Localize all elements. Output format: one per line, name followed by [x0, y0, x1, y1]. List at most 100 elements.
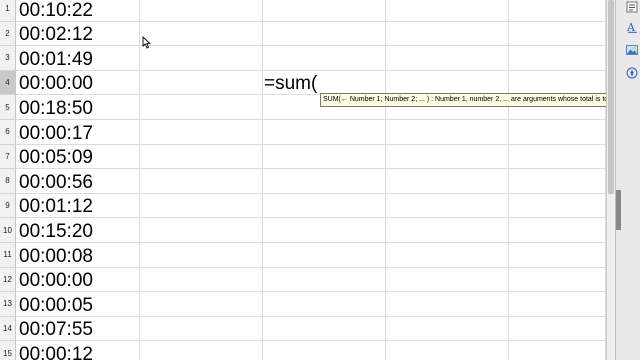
cell[interactable]: 00:05:09: [16, 144, 140, 169]
cell[interactable]: [140, 316, 263, 341]
cell[interactable]: [263, 169, 386, 193]
cell[interactable]: [386, 70, 509, 95]
cell[interactable]: 00:00:05: [16, 292, 140, 316]
cell[interactable]: [140, 292, 263, 316]
cell[interactable]: [140, 0, 263, 21]
cell[interactable]: 00:02:12: [16, 21, 140, 46]
cell[interactable]: [386, 21, 509, 46]
cell[interactable]: [263, 21, 386, 46]
cell[interactable]: [263, 218, 386, 242]
cell[interactable]: [386, 193, 509, 218]
cell[interactable]: [140, 144, 263, 169]
cell[interactable]: 00:15:20: [16, 218, 140, 242]
cell[interactable]: 00:01:49: [16, 46, 140, 70]
gallery-icon[interactable]: [625, 43, 639, 57]
cell[interactable]: [509, 218, 606, 242]
row-header[interactable]: 13: [0, 292, 16, 317]
cell[interactable]: [140, 218, 263, 242]
cell[interactable]: 00:18:50: [16, 95, 140, 119]
row-header[interactable]: 1: [0, 0, 16, 22]
cell[interactable]: [386, 119, 509, 144]
cell[interactable]: [386, 169, 509, 193]
cell[interactable]: [140, 267, 263, 292]
formula-input-text[interactable]: =sum(: [264, 74, 317, 93]
row-header[interactable]: 14: [0, 316, 16, 342]
cell[interactable]: [386, 267, 509, 292]
cell[interactable]: 00:10:22: [16, 0, 140, 21]
cell[interactable]: [509, 316, 606, 341]
scrollbar-thumb[interactable]: [608, 0, 614, 194]
cell[interactable]: 00:00:08: [16, 242, 140, 267]
cell[interactable]: [263, 193, 386, 218]
cell[interactable]: [263, 242, 386, 267]
cell[interactable]: [263, 119, 386, 144]
cell[interactable]: [509, 46, 606, 70]
cell[interactable]: [263, 341, 386, 360]
cell[interactable]: [509, 21, 606, 46]
cell-value: 00:00:12: [19, 343, 93, 360]
row-header[interactable]: 9: [0, 193, 16, 219]
navigator-icon[interactable]: [625, 66, 639, 80]
cell[interactable]: [509, 119, 606, 144]
cell[interactable]: 00:00:00: [16, 267, 140, 292]
cell[interactable]: [386, 242, 509, 267]
cell[interactable]: [263, 144, 386, 169]
cell[interactable]: [386, 341, 509, 360]
cell-grid[interactable]: 00:10:22 00:02:12 00:01:49 00:00:00 =sum(00:…: [16, 0, 606, 360]
cell[interactable]: 00:01:12: [16, 193, 140, 218]
cell[interactable]: [263, 0, 386, 21]
cell[interactable]: [509, 292, 606, 316]
row-header[interactable]: 7: [0, 144, 16, 170]
row-header[interactable]: 12: [0, 267, 16, 293]
cell[interactable]: 00:00:17: [16, 119, 140, 144]
cell[interactable]: [509, 70, 606, 95]
sidebar-collapse-handle[interactable]: [616, 190, 621, 230]
styles-icon[interactable]: A: [625, 20, 639, 34]
spreadsheet-area[interactable]: 1 2 3 4 5 6 7 8 9 10 11 12 13 14 15 00:10:22 00:02:12 00…: [0, 0, 606, 360]
cell[interactable]: [140, 242, 263, 267]
cell[interactable]: [386, 144, 509, 169]
cell[interactable]: [386, 292, 509, 316]
cell[interactable]: [509, 193, 606, 218]
cell[interactable]: [509, 169, 606, 193]
cell[interactable]: [140, 21, 263, 46]
cell[interactable]: [263, 316, 386, 341]
row-header[interactable]: 8: [0, 169, 16, 194]
row-header[interactable]: 2: [0, 21, 16, 47]
cell[interactable]: [140, 341, 263, 360]
cell[interactable]: [509, 242, 606, 267]
cell[interactable]: 00:07:55: [16, 316, 140, 341]
row-header[interactable]: 4: [0, 70, 16, 96]
cell[interactable]: [140, 95, 263, 119]
cell[interactable]: [509, 144, 606, 169]
cell[interactable]: [509, 0, 606, 21]
cell[interactable]: [509, 267, 606, 292]
vertical-scrollbar[interactable]: [606, 0, 615, 360]
cell[interactable]: [263, 267, 386, 292]
row-header[interactable]: 11: [0, 242, 16, 268]
row-header[interactable]: 10: [0, 218, 16, 243]
cell[interactable]: [509, 341, 606, 360]
cell[interactable]: [140, 169, 263, 193]
cell-value: 00:01:12: [19, 196, 93, 218]
cell[interactable]: [386, 316, 509, 341]
cell[interactable]: [140, 193, 263, 218]
cell[interactable]: [386, 218, 509, 242]
properties-icon[interactable]: [625, 0, 639, 14]
cell[interactable]: [140, 70, 263, 95]
cell[interactable]: [140, 46, 263, 70]
cell[interactable]: [140, 119, 263, 144]
cell[interactable]: [386, 46, 509, 70]
row-header[interactable]: 5: [0, 95, 16, 120]
row-header[interactable]: 3: [0, 46, 16, 71]
cell[interactable]: 00:00:00: [16, 70, 140, 95]
cell[interactable]: [263, 46, 386, 70]
row-header[interactable]: 15: [0, 341, 16, 360]
active-cell-input[interactable]: =sum(: [263, 70, 386, 95]
cell[interactable]: [386, 0, 509, 21]
cell[interactable]: [263, 292, 386, 316]
cell[interactable]: 00:00:56: [16, 169, 140, 193]
svg-text:A: A: [626, 21, 636, 33]
cell[interactable]: 00:00:12: [16, 341, 140, 360]
row-header[interactable]: 6: [0, 119, 16, 145]
